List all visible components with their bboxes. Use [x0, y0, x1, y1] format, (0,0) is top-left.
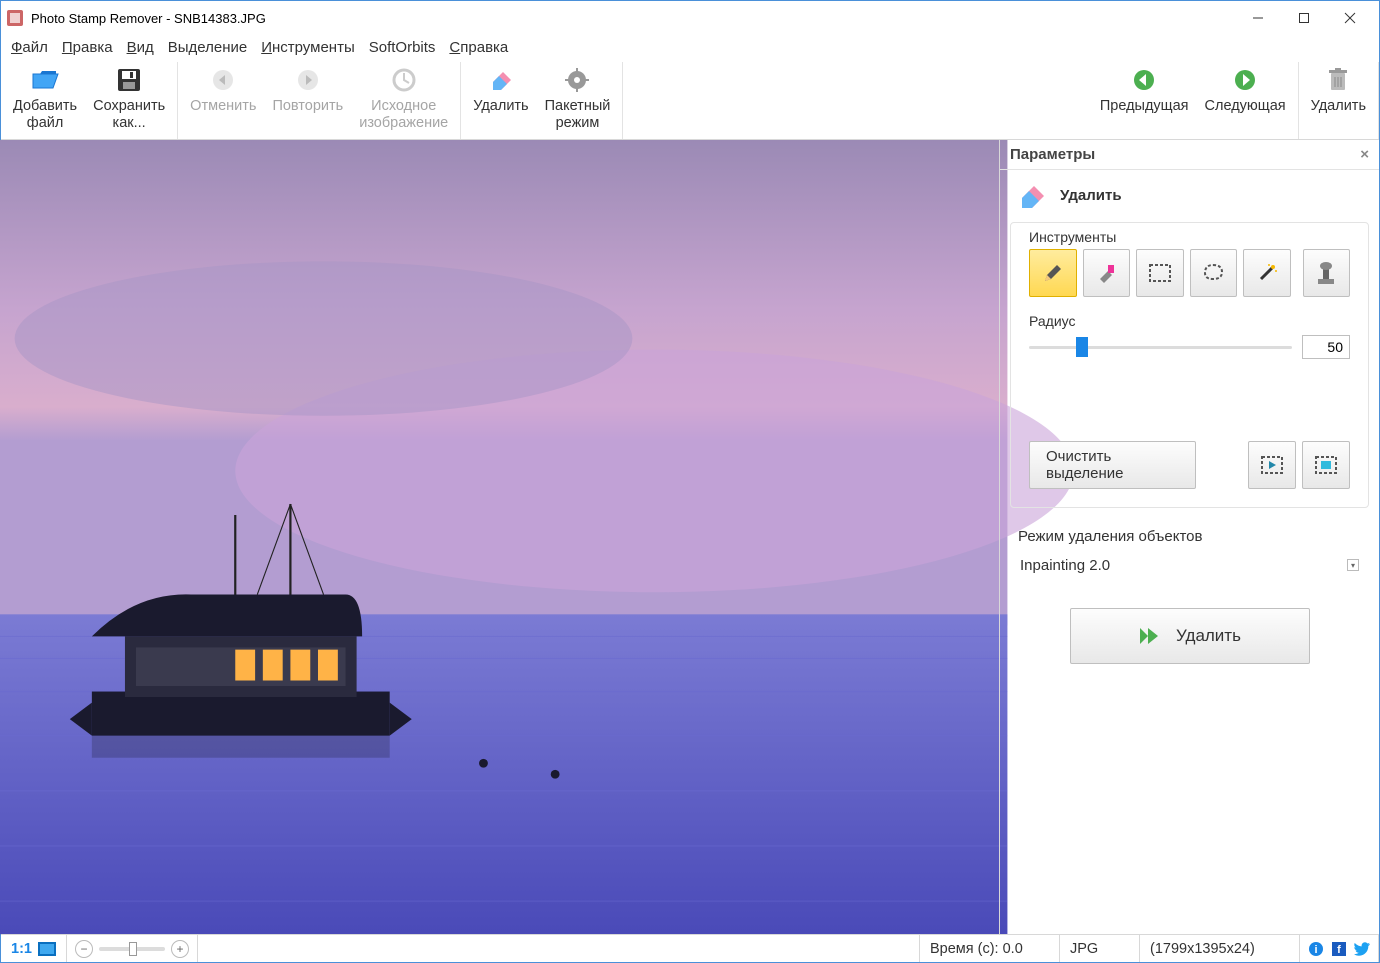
info-icon[interactable]: i [1308, 941, 1324, 957]
fit-screen-icon[interactable] [38, 942, 56, 956]
status-dimensions: (1799x1395x24) [1140, 935, 1300, 962]
selection-save-icon [1315, 456, 1337, 474]
close-button[interactable] [1327, 2, 1373, 34]
image-canvas[interactable] [1, 140, 999, 934]
rectangle-select-icon [1149, 264, 1171, 282]
mode-select[interactable]: Inpainting 2.0 ▾ [1018, 551, 1361, 580]
app-icon [7, 10, 23, 26]
zoom-slider[interactable] [99, 947, 165, 951]
marker-tool-button[interactable] [1083, 249, 1131, 297]
mode-label: Режим удаления объектов [1000, 508, 1379, 551]
menu-selection[interactable]: Выделение [168, 39, 247, 56]
menu-tools[interactable]: Инструменты [261, 39, 355, 56]
eraser-icon [487, 66, 515, 94]
remove-button[interactable]: Удалить [465, 62, 536, 139]
save-selection-button[interactable] [1302, 441, 1350, 489]
magic-wand-icon [1256, 262, 1278, 284]
panel-title: Параметры [1010, 146, 1095, 163]
clear-selection-button[interactable]: Очистить выделение [1029, 441, 1196, 489]
clone-stamp-tool-button[interactable] [1303, 249, 1351, 297]
stamp-icon [1316, 261, 1336, 285]
panel-close-icon[interactable]: × [1360, 146, 1369, 163]
lasso-icon [1202, 262, 1224, 284]
content-area: Параметры × Удалить Инструменты Радиус [1, 140, 1379, 934]
redo-button[interactable]: Повторить [264, 62, 351, 139]
lasso-tool-button[interactable] [1190, 249, 1238, 297]
restore-icon [390, 66, 418, 94]
menu-edit[interactable]: Правка [62, 39, 113, 56]
trash-icon [1324, 66, 1352, 94]
svg-text:f: f [1337, 944, 1341, 956]
facebook-icon[interactable]: f [1332, 942, 1346, 956]
status-spacer [198, 935, 920, 962]
load-selection-button[interactable] [1248, 441, 1296, 489]
save-as-button[interactable]: Сохранить как... [85, 62, 173, 139]
menu-softorbits[interactable]: SoftOrbits [369, 39, 436, 56]
tool-title: Удалить [1060, 187, 1122, 204]
magic-wand-tool-button[interactable] [1243, 249, 1291, 297]
gear-icon [563, 66, 591, 94]
zoom-in-button[interactable]: + [171, 940, 189, 958]
parameters-panel: Параметры × Удалить Инструменты Радиус [999, 140, 1379, 934]
batch-mode-button[interactable]: Пакетныйрежим [537, 62, 619, 139]
add-file-button[interactable]: Добавить файл [5, 62, 85, 139]
arrow-right-icon [1231, 66, 1259, 94]
loaded-image [1, 140, 999, 934]
save-icon [115, 66, 143, 94]
selection-load-icon [1261, 456, 1283, 474]
marker-icon [1095, 262, 1117, 284]
chevron-down-icon: ▾ [1347, 559, 1359, 571]
arrow-left-icon [1130, 66, 1158, 94]
eraser-icon [1018, 184, 1046, 208]
menu-view[interactable]: Вид [127, 39, 154, 56]
status-time: Время (с): 0.0 [920, 935, 1060, 962]
zoom-out-button[interactable]: − [75, 940, 93, 958]
pencil-tool-button[interactable] [1029, 249, 1077, 297]
menubar: Файл Правка Вид Выделение Инструменты So… [1, 35, 1379, 62]
undo-button[interactable]: Отменить [182, 62, 264, 139]
minimize-button[interactable] [1235, 2, 1281, 34]
prev-image-button[interactable]: Предыдущая [1092, 62, 1197, 139]
run-remove-button[interactable]: Удалить [1070, 608, 1310, 664]
twitter-icon[interactable] [1354, 942, 1370, 956]
delete-image-button[interactable]: Удалить [1303, 62, 1374, 139]
status-format: JPG [1060, 935, 1140, 962]
folder-open-icon [31, 66, 59, 94]
titlebar: Photo Stamp Remover - SNB14383.JPG [1, 1, 1379, 35]
radius-input[interactable] [1302, 335, 1350, 359]
original-image-button[interactable]: Исходноеизображение [351, 62, 456, 139]
redo-icon [294, 66, 322, 94]
radius-slider[interactable] [1029, 337, 1292, 357]
pencil-icon [1042, 262, 1064, 284]
window-controls [1235, 2, 1373, 34]
mode-value: Inpainting 2.0 [1020, 557, 1110, 574]
toolbar: Добавить файл Сохранить как... Отменить … [1, 62, 1379, 140]
play-icon [1138, 626, 1160, 646]
menu-help[interactable]: Справка [449, 39, 508, 56]
maximize-button[interactable] [1281, 2, 1327, 34]
zoom-reset-button[interactable]: 1:1 [11, 941, 32, 957]
next-image-button[interactable]: Следующая [1197, 62, 1294, 139]
svg-text:i: i [1314, 944, 1317, 956]
radius-label: Радиус [1011, 307, 1368, 333]
rectangle-tool-button[interactable] [1136, 249, 1184, 297]
menu-file[interactable]: Файл [11, 39, 48, 56]
window-title: Photo Stamp Remover - SNB14383.JPG [31, 11, 1235, 26]
tools-label: Инструменты [1011, 223, 1368, 249]
undo-icon [209, 66, 237, 94]
statusbar: 1:1 − + Время (с): 0.0 JPG (1799x1395x24… [1, 934, 1379, 962]
